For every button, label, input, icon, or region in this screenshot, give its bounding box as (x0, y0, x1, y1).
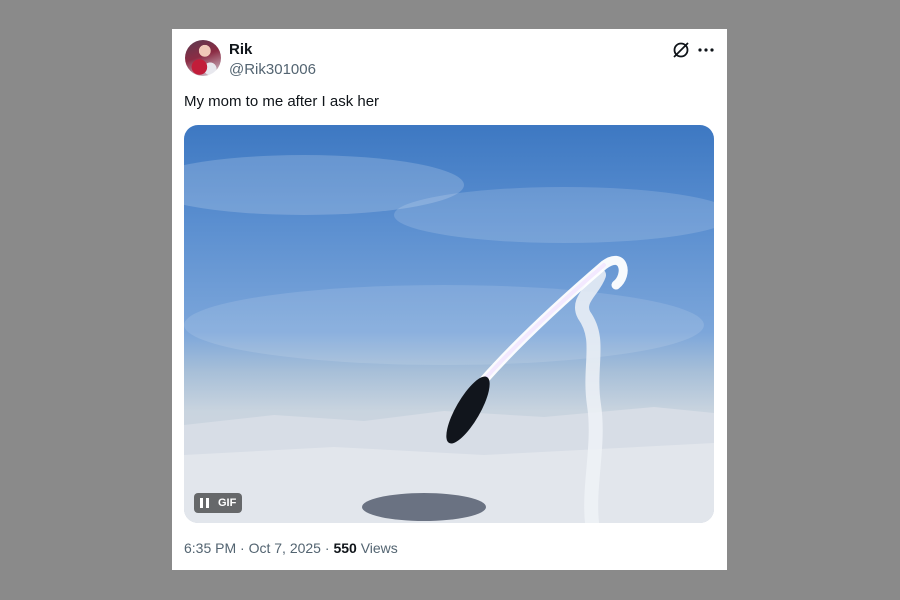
pause-icon[interactable] (194, 493, 214, 513)
author-name[interactable]: Rik (229, 41, 252, 58)
tweet-time[interactable]: 6:35 PM (184, 540, 236, 556)
gif-frame (184, 155, 714, 523)
views-label: Views (360, 540, 398, 556)
views-count: 550 (333, 540, 357, 556)
tweet-card[interactable]: Rik @Rik301006 My mom to me after I ask … (172, 29, 727, 570)
avatar[interactable] (185, 40, 221, 76)
tweet-meta: 6:35 PM · Oct 7, 2025 · 550 Views (184, 540, 398, 556)
author-handle[interactable]: @Rik301006 (229, 61, 316, 78)
gif-badge: GIF (218, 497, 237, 509)
grok-icon[interactable] (671, 40, 691, 60)
tweet-date[interactable]: Oct 7, 2025 (249, 540, 321, 556)
separator: · (240, 540, 245, 556)
tweet-text: My mom to me after I ask her (184, 93, 380, 110)
tweet-gif[interactable]: GIF (184, 125, 714, 523)
more-icon[interactable] (696, 40, 716, 60)
separator: · (324, 540, 330, 556)
gif-controls: GIF (194, 493, 243, 513)
